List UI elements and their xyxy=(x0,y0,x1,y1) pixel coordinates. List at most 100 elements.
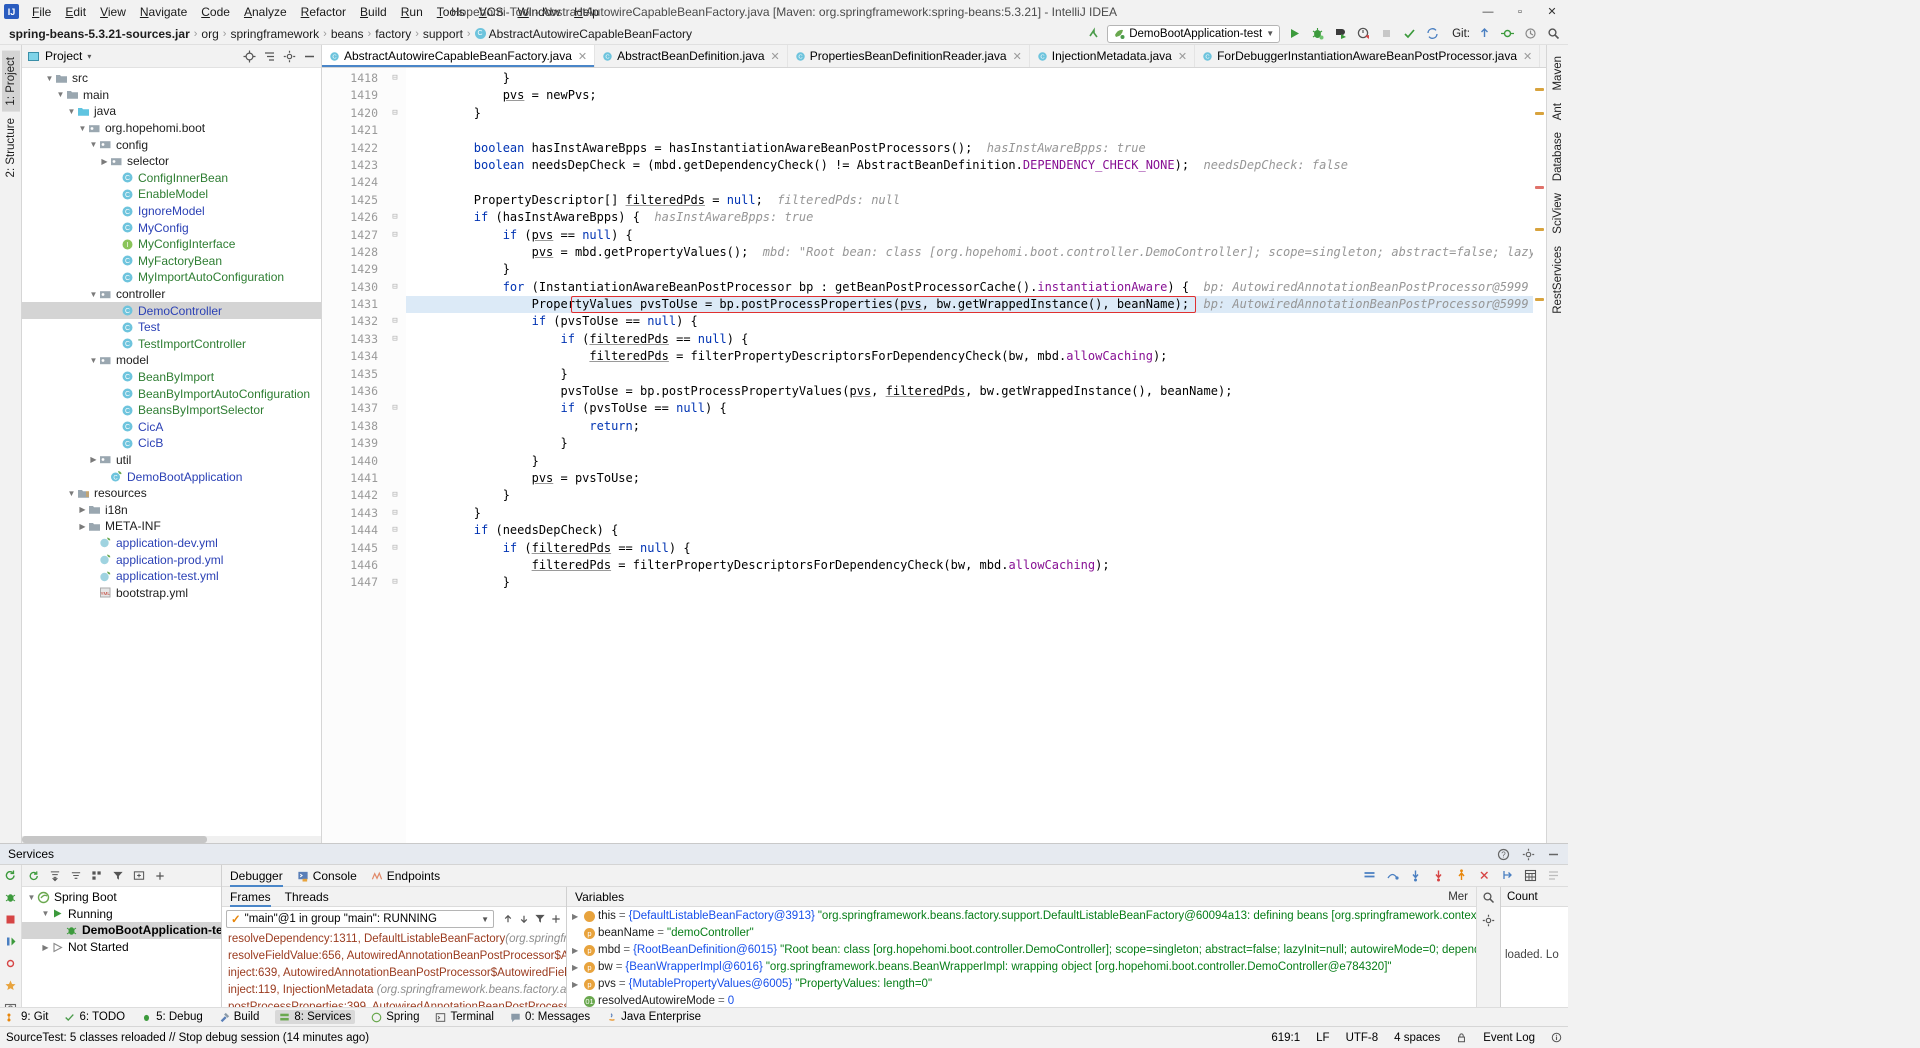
tool-tab-maven[interactable]: Maven xyxy=(1549,50,1567,97)
variable-expand-arrow[interactable]: ▶ xyxy=(572,959,581,976)
fold-marker[interactable]: ⊟ xyxy=(384,487,406,504)
fold-marker[interactable]: ⊟ xyxy=(384,70,406,87)
debug-icon[interactable] xyxy=(1308,25,1326,43)
code-line[interactable]: boolean needsDepCheck = (mbd.getDependen… xyxy=(406,157,1533,174)
menu-build[interactable]: Build xyxy=(353,3,394,21)
locate-icon[interactable] xyxy=(243,50,256,63)
line-separator[interactable]: LF xyxy=(1316,1032,1329,1044)
services-tree[interactable]: ▼ Spring Boot ▼ Running DemoBootApplication-… xyxy=(22,887,221,1026)
tool-window-tab-8-services[interactable]: 8: Services xyxy=(275,1010,356,1024)
project-tree-item[interactable]: C CicB xyxy=(22,435,321,452)
run-configuration-selector[interactable]: DemoBootApplication-test ▼ xyxy=(1107,24,1281,43)
tree-expand-arrow[interactable]: ▶ xyxy=(77,505,88,514)
fold-marker[interactable] xyxy=(384,174,406,191)
tree-expand-arrow[interactable]: ▶ xyxy=(77,522,88,531)
tree-expand-arrow[interactable]: ▼ xyxy=(55,90,66,99)
project-tree-item[interactable]: C MyConfig xyxy=(22,219,321,236)
tool-window-tab-build[interactable]: Build xyxy=(219,1011,259,1023)
editor-tab[interactable]: C AbstractAutowireCapableBeanFactory.java… xyxy=(322,45,596,67)
close-button[interactable]: ✕ xyxy=(1536,0,1568,23)
lock-icon[interactable] xyxy=(1456,1032,1467,1043)
code-line[interactable]: pvs = pvsToUse; xyxy=(406,470,1533,487)
code-line[interactable]: if (needsDepCheck) { xyxy=(406,522,1533,539)
run-to-cursor-icon[interactable] xyxy=(1501,869,1514,882)
project-tree[interactable]: ▼ src ▼ main ▼ java ▼ org.hopehomi.boot ▼ config ▶… xyxy=(22,68,321,836)
debug-tab-console[interactable]: Console xyxy=(297,865,357,887)
code-line[interactable]: } xyxy=(406,70,1533,87)
frames-add-icon[interactable] xyxy=(550,913,562,925)
code-line[interactable]: } xyxy=(406,487,1533,504)
project-tree-item[interactable]: C BeanByImport xyxy=(22,369,321,386)
run-icon[interactable] xyxy=(1285,25,1303,43)
project-tree-item[interactable]: ▼ main xyxy=(22,87,321,104)
project-tree-item[interactable]: ▼ src xyxy=(22,70,321,87)
drop-frame-icon[interactable] xyxy=(1478,869,1491,882)
variable-row[interactable]: ▶ this = {DefaultListableBeanFactory@3913} "… xyxy=(567,908,1476,925)
project-tree-hscrollbar[interactable] xyxy=(22,836,321,843)
project-tree-item[interactable]: application-test.yml xyxy=(22,568,321,585)
back-arrow-icon[interactable] xyxy=(1084,25,1102,43)
code-line[interactable]: } xyxy=(406,505,1533,522)
tool-tab-database[interactable]: Database xyxy=(1549,126,1567,187)
stop-icon[interactable] xyxy=(1377,25,1395,43)
step-over-icon[interactable] xyxy=(1386,869,1399,882)
debug-tab-debugger[interactable]: Debugger xyxy=(230,865,283,887)
tree-expand-arrow[interactable]: ▼ xyxy=(77,124,88,133)
fold-marker[interactable]: ⊟ xyxy=(384,400,406,417)
code-line[interactable]: } xyxy=(406,453,1533,470)
help-icon[interactable]: ? xyxy=(1497,848,1510,861)
editor-tab[interactable]: C PropertiesBeanDefinitionReader.java ✕ xyxy=(788,45,1030,67)
frames-tab-frames[interactable]: Frames xyxy=(230,887,271,907)
minimize-icon[interactable] xyxy=(1547,848,1560,861)
fold-marker[interactable] xyxy=(384,261,406,278)
project-tree-item[interactable]: C TestImportController xyxy=(22,336,321,353)
project-tree-item[interactable]: application-prod.yml xyxy=(22,551,321,568)
fold-marker[interactable]: ⊟ xyxy=(384,574,406,591)
tree-expand-arrow[interactable]: ▶ xyxy=(40,943,51,952)
project-dropdown-icon[interactable]: ▾ xyxy=(87,52,91,61)
breadcrumb-item[interactable]: C AbstractAutowireCapableBeanFactory xyxy=(472,26,695,42)
project-tree-item[interactable]: ▼ model xyxy=(22,352,321,369)
code-line[interactable]: } xyxy=(406,105,1533,122)
code-line[interactable]: pvs = newPvs; xyxy=(406,87,1533,104)
menu-tools[interactable]: Tools xyxy=(430,3,472,21)
event-log-button[interactable]: Event Log xyxy=(1483,1032,1535,1044)
tool-window-tab-5-debug[interactable]: 5: Debug xyxy=(141,1011,203,1023)
run-with-coverage-icon[interactable] xyxy=(1331,25,1349,43)
fold-marker[interactable] xyxy=(384,87,406,104)
info-icon[interactable] xyxy=(1551,1032,1562,1043)
menu-file[interactable]: File xyxy=(25,3,58,21)
services-tree-item[interactable]: ▼ Running xyxy=(22,906,221,923)
editor-tab[interactable]: C AbstractBeanDefinition.java ✕ xyxy=(595,45,788,67)
editor-tab[interactable]: CAbstractBeanFactory.j xyxy=(1540,45,1546,67)
force-step-into-icon[interactable] xyxy=(1432,869,1445,882)
frames-filter-icon[interactable] xyxy=(534,913,546,925)
tree-expand-arrow[interactable]: ▼ xyxy=(88,290,99,299)
filter-icon[interactable] xyxy=(112,870,124,882)
project-tree-item[interactable]: ▼ controller xyxy=(22,286,321,303)
close-tab-icon[interactable]: ✕ xyxy=(578,50,587,63)
favorites-icon[interactable] xyxy=(4,979,17,992)
tree-expand-arrow[interactable]: ▼ xyxy=(88,140,99,149)
menu-code[interactable]: Code xyxy=(194,3,237,21)
menu-help[interactable]: Help xyxy=(567,3,606,21)
code-line[interactable]: } xyxy=(406,261,1533,278)
code-line[interactable]: PropertyValues pvsToUse = bp.postProcess… xyxy=(406,296,1533,314)
stack-frame-item[interactable]: resolveFieldValue:656, AutowiredAnnotati… xyxy=(222,948,566,965)
fold-gutter[interactable]: ⊟ ⊟ ⊟ ⊟ ⊟ ⊟ ⊟ ⊟ ⊟ ⊟ ⊟ ⊟ ⊟ xyxy=(384,68,406,843)
code-line[interactable]: pvsToUse = bp.postProcessPropertyValues(… xyxy=(406,383,1533,400)
code-line[interactable]: } xyxy=(406,435,1533,452)
collapse-all-icon[interactable] xyxy=(263,50,276,63)
project-tree-item[interactable]: C EnableModel xyxy=(22,186,321,203)
project-tree-item[interactable]: C DemoBootApplication xyxy=(22,468,321,485)
project-tree-item[interactable]: C ConfigInnerBean xyxy=(22,170,321,187)
collapse-all-icon[interactable] xyxy=(70,870,82,882)
mute-breakpoints-icon[interactable] xyxy=(1547,869,1560,882)
fold-marker[interactable] xyxy=(384,244,406,261)
code-line[interactable]: } xyxy=(406,366,1533,383)
tree-expand-arrow[interactable]: ▼ xyxy=(66,489,77,498)
breadcrumb-item[interactable]: support xyxy=(420,26,466,42)
debug-icon[interactable] xyxy=(4,891,17,904)
project-tree-item[interactable]: application-dev.yml xyxy=(22,535,321,552)
project-tree-item[interactable]: ▶ META-INF xyxy=(22,518,321,535)
